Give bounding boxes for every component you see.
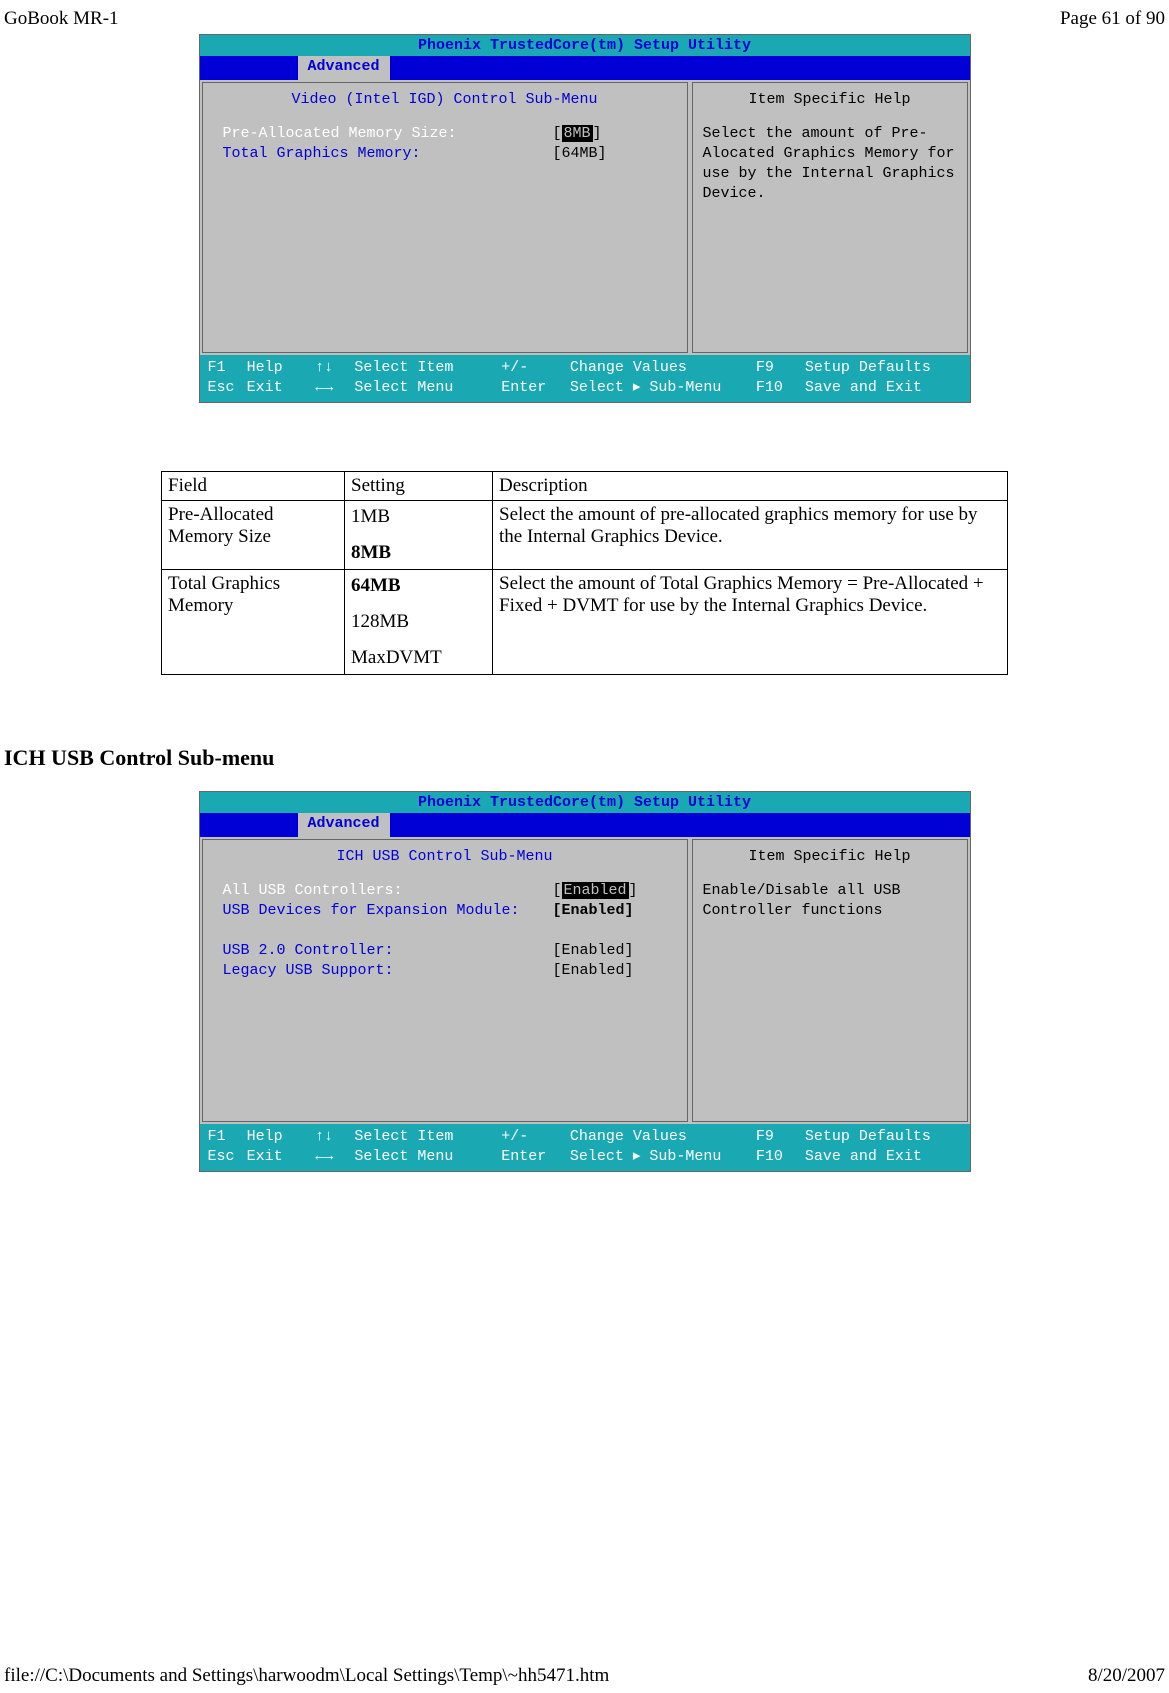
row-label: Total Graphics Memory: [223,144,553,164]
bios-tab-bar: Advanced [200,813,970,837]
bios-row-gap [203,921,687,941]
cell-field: Pre-Allocated Memory Size [162,501,345,570]
bios-row[interactable]: USB Devices for Expansion Module: [Enabl… [203,901,687,921]
panel-title-left: ICH USB Control Sub-Menu [203,840,687,881]
panel-title-left: Video (Intel IGD) Control Sub-Menu [203,83,687,124]
col-desc-head: Description [493,472,1008,501]
row-value: [64MB] [553,144,607,164]
cell-desc: Select the amount of pre-allocated graph… [493,501,1008,570]
row-label: USB 2.0 Controller: [223,941,553,961]
footer-path: file://C:\Documents and Settings\harwood… [4,1665,609,1687]
page-footer: file://C:\Documents and Settings\harwood… [0,1665,1169,1687]
bios-row[interactable]: Pre-Allocated Memory Size: [8MB] [203,124,687,144]
row-value: [Enabled] [553,941,634,961]
row-label: USB Devices for Expansion Module: [223,901,553,921]
table-row: Pre-Allocated Memory Size 1MB 8MB Select… [162,501,1008,570]
tab-advanced[interactable]: Advanced [298,56,390,80]
cell-field: Total Graphics Memory [162,570,345,675]
bios-footer: F1Help ↑↓Select Item +/-Change Values F9… [200,355,970,402]
bios-row[interactable]: Total Graphics Memory: [64MB] [203,144,687,164]
bios-title: Phoenix TrustedCore(tm) Setup Utility [200,792,970,813]
row-label: Legacy USB Support: [223,961,553,981]
settings-table: Field Setting Description Pre-Allocated … [161,471,1008,675]
bios-screenshot-video: Phoenix TrustedCore(tm) Setup Utility Ad… [199,34,971,403]
row-label: Pre-Allocated Memory Size: [223,124,553,144]
row-value: [Enabled] [553,961,634,981]
section-heading-ich-usb: ICH USB Control Sub-menu [4,745,1169,771]
cell-setting: 64MB 128MB MaxDVMT [345,570,493,675]
col-setting-head: Setting [345,472,493,501]
col-field-head: Field [162,472,345,501]
help-text: Enable/Disable all USB Controller functi… [693,881,967,931]
bios-row[interactable]: All USB Controllers: [Enabled] [203,881,687,901]
header-left: GoBook MR-1 [4,8,119,30]
bios-row[interactable]: Legacy USB Support: [Enabled] [203,961,687,981]
table-row: Total Graphics Memory 64MB 128MB MaxDVMT… [162,570,1008,675]
page-header: GoBook MR-1 Page 61 of 90 [0,8,1169,30]
table-header-row: Field Setting Description [162,472,1008,501]
row-label: All USB Controllers: [223,881,553,901]
help-panel-title: Item Specific Help [693,840,967,881]
row-value: [8MB] [553,124,602,144]
help-panel-title: Item Specific Help [693,83,967,124]
footer-date: 8/20/2007 [1088,1665,1165,1687]
cell-setting: 1MB 8MB [345,501,493,570]
help-text: Select the amount of Pre-Alocated Graphi… [693,124,967,214]
bios-row[interactable]: USB 2.0 Controller: [Enabled] [203,941,687,961]
bios-screenshot-usb: Phoenix TrustedCore(tm) Setup Utility Ad… [199,791,971,1172]
header-right: Page 61 of 90 [1060,8,1165,30]
row-value: [Enabled] [553,901,634,921]
tab-advanced[interactable]: Advanced [298,813,390,837]
bios-title: Phoenix TrustedCore(tm) Setup Utility [200,35,970,56]
bios-tab-bar: Advanced [200,56,970,80]
cell-desc: Select the amount of Total Graphics Memo… [493,570,1008,675]
row-value: [Enabled] [553,881,638,901]
bios-footer: F1Help ↑↓Select Item +/-Change Values F9… [200,1124,970,1171]
